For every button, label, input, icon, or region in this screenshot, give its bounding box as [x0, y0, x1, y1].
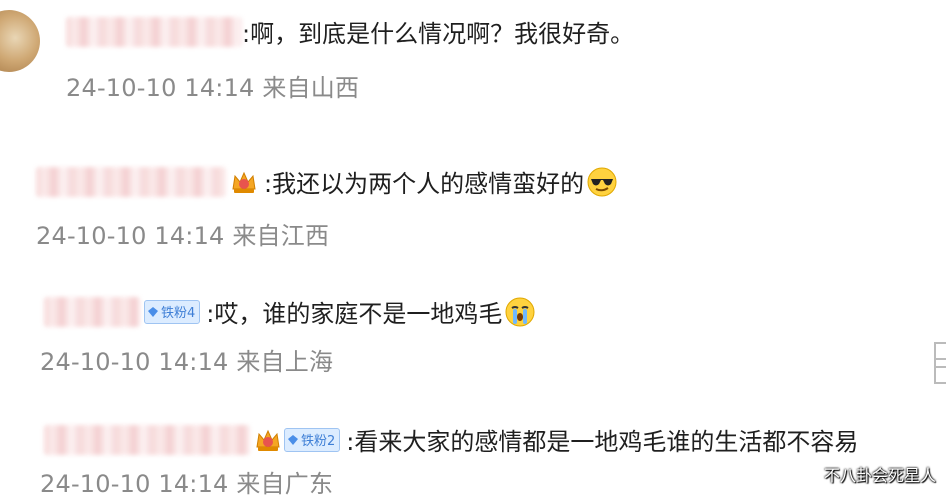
sunglasses-emoji-icon: [586, 166, 618, 198]
fan-level-badge: 铁粉4: [144, 299, 201, 324]
username-blurred[interactable]: [44, 424, 250, 455]
username-blurred[interactable]: [44, 296, 140, 327]
comment-item: :啊，到底是什么情况啊？我很好奇。 24-10-10 14:14 来自山西: [0, 0, 946, 120]
edge-bracket-icon: [934, 358, 946, 384]
diamond-icon: [148, 306, 158, 317]
comment-text: :看来大家的感情都是一地鸡毛谁的生活都不容易: [346, 428, 859, 456]
avatar[interactable]: [0, 10, 40, 72]
comment-text: :哎，谁的家庭不是一地鸡毛: [206, 300, 503, 328]
fan-badge-label: 铁粉2: [301, 434, 336, 449]
crown-icon: [254, 427, 282, 453]
comment-meta: 24-10-10 14:14 来自广东: [40, 470, 334, 498]
fan-badge-label: 铁粉4: [161, 306, 196, 321]
crying-emoji-icon: [504, 296, 536, 328]
comment-meta: 24-10-10 14:14 来自山西: [66, 74, 360, 102]
username-blurred[interactable]: [66, 16, 242, 47]
comment-item: 铁粉2 :看来大家的感情都是一地鸡毛谁的生活都不容易 24-10-10 14:1…: [0, 358, 946, 500]
watermark: 不八卦会死星人: [823, 466, 936, 485]
comment-meta: 24-10-10 14:14 来自江西: [36, 222, 330, 250]
comment-text: :我还以为两个人的感情蛮好的: [264, 170, 585, 198]
comment-meta: 24-10-10 14:14 来自上海: [40, 348, 334, 376]
crown-icon: [230, 169, 258, 195]
diamond-icon: [288, 434, 298, 445]
comment-text: :啊，到底是什么情况啊？我很好奇。: [242, 20, 635, 48]
username-blurred[interactable]: [36, 166, 226, 197]
comment-item: :我还以为两个人的感情蛮好的 24-10-10 14:14 来自江西: [0, 150, 946, 260]
comment-item: 铁粉4 :哎，谁的家庭不是一地鸡毛 24-10-10 14:14 来自上海: [0, 280, 946, 390]
fan-level-badge: 铁粉2: [284, 427, 341, 452]
